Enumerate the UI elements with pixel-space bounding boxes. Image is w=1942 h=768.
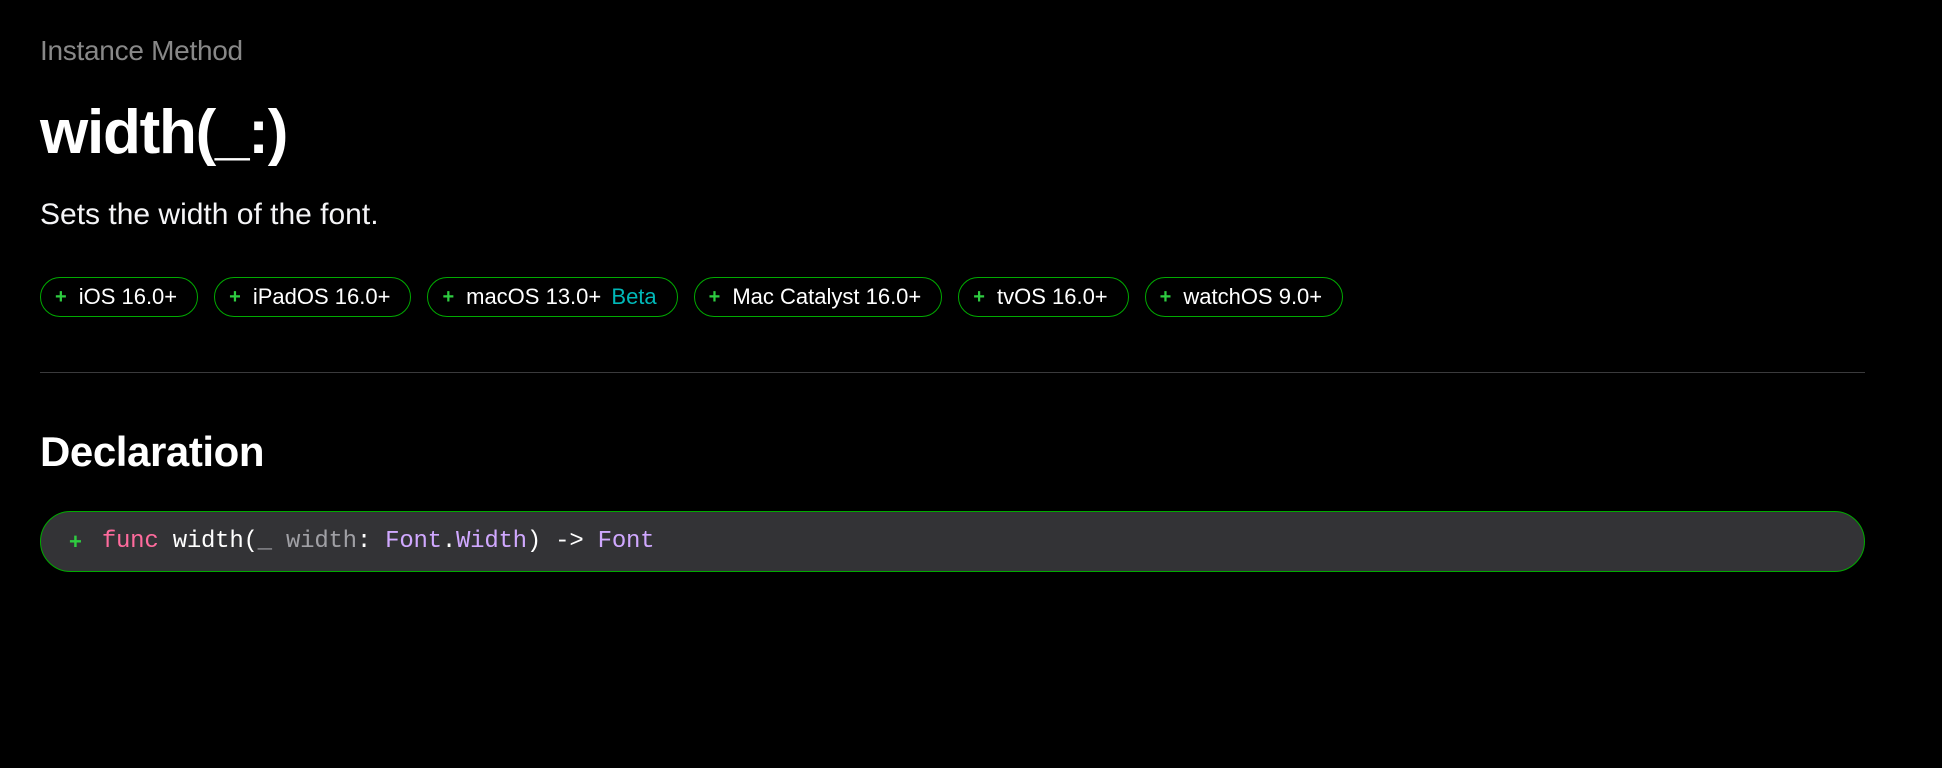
method-description: Sets the width of the font. bbox=[40, 198, 1902, 232]
plus-icon: + bbox=[55, 287, 67, 307]
platform-badge-watchos: + watchOS 9.0+ bbox=[1145, 277, 1344, 317]
platform-name: Mac Catalyst 16.0+ bbox=[732, 284, 921, 310]
platform-badge-ipados: + iPadOS 16.0+ bbox=[214, 277, 411, 317]
platform-list: + iOS 16.0+ + iPadOS 16.0+ + macOS 13.0+… bbox=[40, 277, 1902, 317]
platform-name: iPadOS 16.0+ bbox=[253, 284, 391, 310]
platform-badge-ios: + iOS 16.0+ bbox=[40, 277, 198, 317]
platform-badge-tvos: + tvOS 16.0+ bbox=[958, 277, 1128, 317]
page-title: width(_:) bbox=[40, 97, 1902, 168]
platform-badge-maccatalyst: + Mac Catalyst 16.0+ bbox=[694, 277, 943, 317]
section-divider bbox=[40, 372, 1865, 373]
code-signature: func width(_ width: Font.Width) -> Font bbox=[102, 528, 654, 555]
platform-name: macOS 13.0+ Beta bbox=[466, 284, 657, 310]
plus-icon: + bbox=[973, 287, 985, 307]
plus-icon: + bbox=[709, 287, 721, 307]
declaration-code-block: + func width(_ width: Font.Width) -> Fon… bbox=[40, 511, 1865, 572]
beta-label: Beta bbox=[611, 284, 656, 309]
platform-name: tvOS 16.0+ bbox=[997, 284, 1108, 310]
declaration-heading: Declaration bbox=[40, 428, 1902, 476]
plus-icon: + bbox=[1160, 287, 1172, 307]
eyebrow-label: Instance Method bbox=[40, 35, 1902, 67]
plus-icon: + bbox=[69, 529, 82, 555]
platform-badge-macos: + macOS 13.0+ Beta bbox=[427, 277, 677, 317]
platform-name: iOS 16.0+ bbox=[79, 284, 177, 310]
platform-name: watchOS 9.0+ bbox=[1183, 284, 1322, 310]
plus-icon: + bbox=[442, 287, 454, 307]
plus-icon: + bbox=[229, 287, 241, 307]
